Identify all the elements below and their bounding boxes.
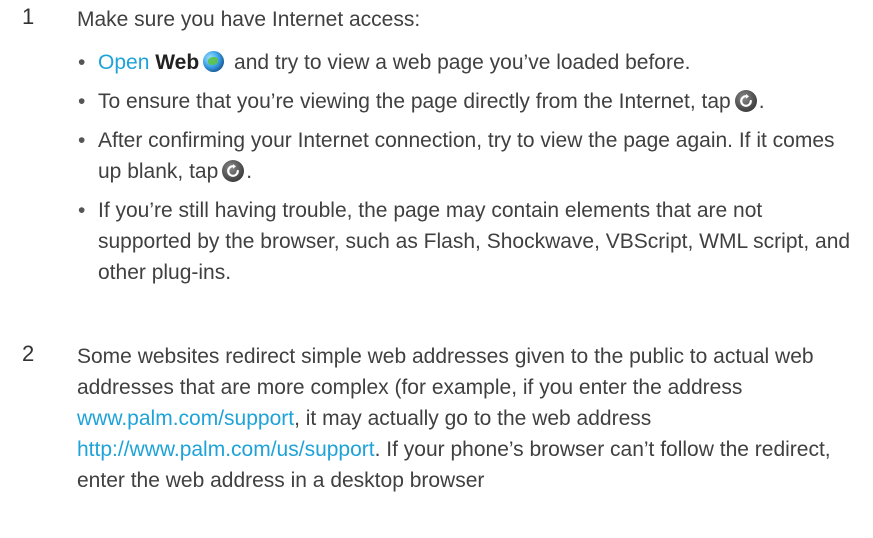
step-1-intro: Make sure you have Internet access: (77, 8, 421, 31)
bullet-end: . (246, 160, 253, 183)
support-link[interactable]: www.palm.com/support (77, 407, 294, 430)
list-item: • If you’re still having trouble, the pa… (77, 195, 857, 288)
step-number: 2 (22, 341, 35, 366)
bullet-dot: • (78, 51, 86, 74)
us-support-link[interactable]: http://www.palm.com/us/support (77, 438, 375, 461)
step-2-text: Some websites redirect simple web addres… (77, 345, 814, 399)
reload-icon (734, 90, 757, 112)
step-1-bullet-list: • Open Web and try to view a web page yo… (77, 47, 857, 296)
list-item: • Open Web and try to view a web page yo… (77, 47, 857, 78)
bullet-text: and try to view a web page you’ve loaded… (234, 51, 691, 74)
open-link[interactable]: Open (98, 51, 149, 74)
step-2-body: Some websites redirect simple web addres… (77, 341, 853, 496)
step-2-text: , it may actually go to the web address (294, 407, 652, 430)
bullet-dot: • (78, 90, 86, 113)
bullet-dot: • (78, 129, 86, 152)
bullet-end: . (758, 90, 765, 113)
list-item: • To ensure that you’re viewing the page… (77, 86, 857, 117)
globe-icon (203, 51, 225, 72)
web-app-name: Web (155, 51, 200, 74)
reload-icon (222, 160, 245, 182)
list-item: • After confirming your Internet connect… (77, 125, 857, 187)
step-number: 1 (22, 4, 35, 29)
bullet-text: To ensure that you’re viewing the page d… (98, 90, 731, 113)
bullet-text: If you’re still having trouble, the page… (98, 199, 851, 284)
bullet-dot: • (78, 199, 86, 222)
bullet-text: After confirming your Internet connectio… (98, 129, 835, 183)
